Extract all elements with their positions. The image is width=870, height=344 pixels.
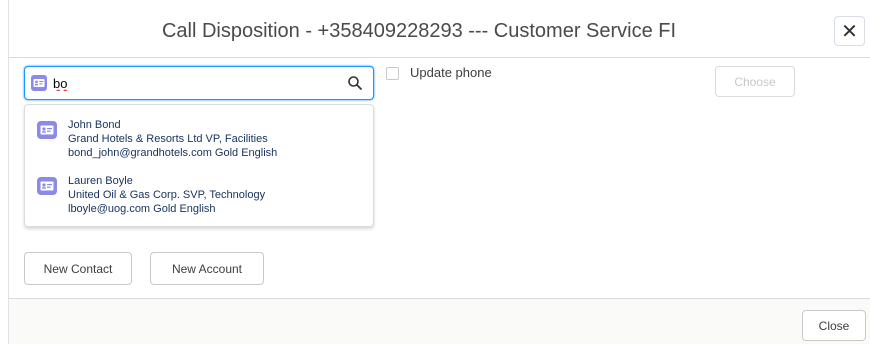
- call-disposition-modal: Call Disposition - +358409228293 --- Cus…: [0, 0, 870, 344]
- search-results-dropdown: John Bond Grand Hotels & Resorts Ltd VP,…: [24, 104, 374, 227]
- list-item[interactable]: Lauren Boyle United Oil & Gas Corp. SVP,…: [25, 167, 373, 219]
- choose-button[interactable]: Choose: [715, 66, 795, 97]
- update-phone-label: Update phone: [410, 65, 492, 80]
- search-input[interactable]: [53, 73, 333, 93]
- contact-search-combobox[interactable]: [24, 66, 374, 100]
- modal-title: Call Disposition - +358409228293 --- Cus…: [161, 20, 677, 42]
- update-phone-checkbox[interactable]: [386, 67, 399, 80]
- result-name: Lauren Boyle: [68, 175, 133, 187]
- result-details: lboyle@uog.com Gold English: [68, 203, 216, 215]
- list-item[interactable]: John Bond Grand Hotels & Resorts Ltd VP,…: [25, 111, 373, 163]
- close-icon: ✕: [841, 20, 858, 43]
- contact-card-icon: [37, 121, 57, 139]
- header-divider: [9, 57, 870, 58]
- result-title: Grand Hotels & Resorts Ltd VP, Facilitie…: [68, 133, 268, 145]
- result-title: United Oil & Gas Corp. SVP, Technology: [68, 189, 266, 201]
- result-name: John Bond: [68, 119, 121, 131]
- modal-close-button[interactable]: ✕: [834, 16, 865, 46]
- modal-footer: [9, 299, 870, 344]
- close-button[interactable]: Close: [802, 310, 866, 341]
- result-details: bond_john@grandhotels.com Gold English: [68, 147, 278, 159]
- new-account-button[interactable]: New Account: [150, 252, 264, 285]
- contact-card-icon: [37, 177, 57, 195]
- search-icon[interactable]: [347, 75, 363, 91]
- new-contact-button[interactable]: New Contact: [24, 252, 132, 285]
- contact-icon: [31, 75, 47, 91]
